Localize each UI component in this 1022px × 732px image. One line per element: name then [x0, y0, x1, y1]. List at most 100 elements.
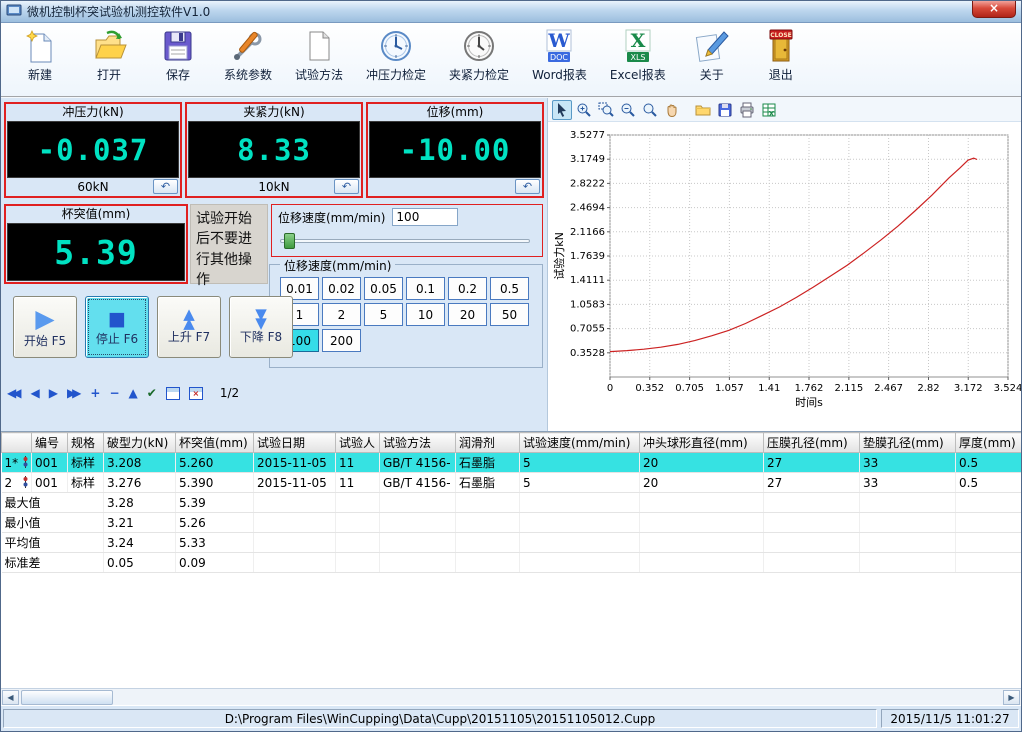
- blue-gauge-icon: [378, 28, 414, 64]
- scroll-left-icon: ◀: [7, 693, 13, 702]
- nav-insert-button[interactable]: +: [90, 386, 100, 400]
- chart-save-button[interactable]: [715, 100, 735, 120]
- up-button[interactable]: ▲▲ 上升 F7: [157, 296, 221, 358]
- toolbar-open-button[interactable]: 打开: [86, 28, 132, 83]
- speed-option-5[interactable]: 5: [364, 303, 403, 326]
- speed-option-10[interactable]: 10: [406, 303, 445, 326]
- speed-input[interactable]: [392, 208, 458, 226]
- table-cell: 2015-11-05: [254, 473, 336, 493]
- column-header[interactable]: 试验日期: [254, 433, 336, 453]
- column-header[interactable]: 冲头球形直径(mm): [640, 433, 764, 453]
- toolbar-excel-report-button[interactable]: XXLS Excel报表: [610, 28, 666, 83]
- nav-prior-button[interactable]: ◀: [30, 386, 39, 400]
- zoom-in-icon: [576, 102, 592, 118]
- column-header[interactable]: 试验人: [336, 433, 380, 453]
- toolbar-clamp-cal-button[interactable]: 夹紧力检定: [449, 28, 509, 83]
- zoom-in-button[interactable]: [574, 100, 594, 120]
- column-header[interactable]: 试验方法: [380, 433, 456, 453]
- column-header[interactable]: 压膜孔径(mm): [764, 433, 860, 453]
- svg-text:0: 0: [607, 383, 613, 394]
- toolbar-exit-button[interactable]: CLOSE 退出: [758, 28, 804, 83]
- chart-area[interactable]: 00.3520.7051.0571.411.7622.1152.4672.823…: [548, 122, 1021, 431]
- down-button[interactable]: ▼▼ 下降 F8: [229, 296, 293, 358]
- stats-row: 最小值3.215.26: [2, 513, 1022, 533]
- toolbar-system-params-button[interactable]: 系统参数: [224, 28, 272, 83]
- table-cell: 0.5: [956, 473, 1022, 493]
- clamp-force-range: 10kN: [258, 180, 289, 194]
- pan-button[interactable]: [662, 100, 682, 120]
- app-window: 微机控制杯突试验机测控软件V1.0 × 新建 打开 保存 系统参数 试验方法 冲…: [0, 0, 1022, 732]
- column-header[interactable]: 杯突值(mm): [176, 433, 254, 453]
- undo-arrow-icon: ↶: [523, 180, 532, 193]
- speed-option-200[interactable]: 200: [322, 329, 361, 352]
- column-header[interactable]: 规格: [68, 433, 104, 453]
- nav-next-button[interactable]: ▶: [49, 386, 58, 400]
- column-header[interactable]: 垫膜孔径(mm): [860, 433, 956, 453]
- scrollbar-thumb[interactable]: [21, 690, 113, 705]
- horizontal-scrollbar[interactable]: ◀ ▶: [1, 688, 1021, 705]
- chart-excel-export-button[interactable]: X: [759, 100, 779, 120]
- column-header[interactable]: 编号: [32, 433, 68, 453]
- nav-last-button[interactable]: ▶▶: [67, 386, 81, 400]
- displacement-reset-button[interactable]: ↶: [515, 179, 540, 194]
- folder-icon: [695, 102, 711, 118]
- nav-grid-button[interactable]: [166, 387, 180, 400]
- toolbar-new-button[interactable]: 新建: [17, 28, 63, 83]
- nav-delete-button[interactable]: −: [109, 386, 119, 400]
- zoom-out-button[interactable]: [618, 100, 638, 120]
- speed-option-2[interactable]: 2: [322, 303, 361, 326]
- speed-option-0.1[interactable]: 0.1: [406, 277, 445, 300]
- stop-button[interactable]: ■ 停止 F6: [85, 296, 149, 358]
- nav-first-button[interactable]: ◀◀: [7, 386, 21, 400]
- down-button-label: 下降 F8: [240, 328, 282, 345]
- scrollbar-track[interactable]: [19, 690, 1003, 705]
- column-header[interactable]: 润滑剂: [456, 433, 520, 453]
- speed-option-0.05[interactable]: 0.05: [364, 277, 403, 300]
- speed-slider[interactable]: [278, 232, 536, 250]
- speed-option-20[interactable]: 20: [448, 303, 487, 326]
- column-header[interactable]: [2, 433, 32, 453]
- toolbar-about-button[interactable]: 关于: [689, 28, 735, 83]
- speed-option-0.5[interactable]: 0.5: [490, 277, 529, 300]
- zoom-window-button[interactable]: [596, 100, 616, 120]
- column-header[interactable]: 破型力(kN): [104, 433, 176, 453]
- clamp-force-display: 夹紧力(kN) 8.33 10kN ↶: [185, 102, 363, 198]
- punch-force-value: -0.037: [38, 133, 149, 167]
- clamp-force-reset-button[interactable]: ↶: [334, 179, 359, 194]
- scroll-left-button[interactable]: ◀: [2, 690, 19, 705]
- close-button[interactable]: ×: [972, 1, 1016, 18]
- chart-open-button[interactable]: [693, 100, 713, 120]
- nav-cancel-button[interactable]: ×: [189, 387, 203, 400]
- chart-print-button[interactable]: [737, 100, 757, 120]
- table-cell: 5: [520, 453, 640, 473]
- table-row[interactable]: 1*001标样3.2085.2602015-11-0511GB/T 4156-石…: [2, 453, 1022, 473]
- chart-toolbar: X: [548, 98, 1021, 122]
- scroll-right-button[interactable]: ▶: [1003, 690, 1020, 705]
- punch-force-reset-button[interactable]: ↶: [153, 179, 178, 194]
- column-header[interactable]: 厚度(mm): [956, 433, 1022, 453]
- toolbar-punch-cal-button[interactable]: 冲压力检定: [366, 28, 426, 83]
- svg-text:1.4111: 1.4111: [570, 275, 605, 286]
- stat-label: 标准差: [2, 553, 104, 573]
- nav-edit-button[interactable]: ▲: [129, 386, 138, 400]
- cupping-value-screen: 5.39: [7, 223, 185, 281]
- table-cell: 2015-11-05: [254, 453, 336, 473]
- slider-thumb[interactable]: [284, 233, 295, 249]
- nav-post-button[interactable]: ✔: [147, 386, 157, 400]
- force-time-chart[interactable]: 00.3520.7051.0571.411.7622.1152.4672.823…: [550, 125, 1022, 427]
- speed-option-0.02[interactable]: 0.02: [322, 277, 361, 300]
- zoom-reset-button[interactable]: [640, 100, 660, 120]
- table-cell: 11: [336, 453, 380, 473]
- svg-text:XLS: XLS: [630, 53, 645, 62]
- toolbar-save-button[interactable]: 保存: [155, 28, 201, 83]
- speed-option-50[interactable]: 50: [490, 303, 529, 326]
- start-button[interactable]: ▶ 开始 F5: [13, 296, 77, 358]
- speed-option-0.2[interactable]: 0.2: [448, 277, 487, 300]
- toolbar-test-method-button[interactable]: 试验方法: [295, 28, 343, 83]
- stat-force-value: 3.28: [104, 493, 176, 513]
- select-cursor-button[interactable]: [552, 100, 572, 120]
- column-header[interactable]: 试验速度(mm/min): [520, 433, 640, 453]
- toolbar-word-report-button[interactable]: WDOC Word报表: [532, 28, 587, 83]
- operation-notice: 试验开始后不要进行其他操作: [190, 204, 268, 284]
- table-row[interactable]: 2001标样3.2765.3902015-11-0511GB/T 4156-石墨…: [2, 473, 1022, 493]
